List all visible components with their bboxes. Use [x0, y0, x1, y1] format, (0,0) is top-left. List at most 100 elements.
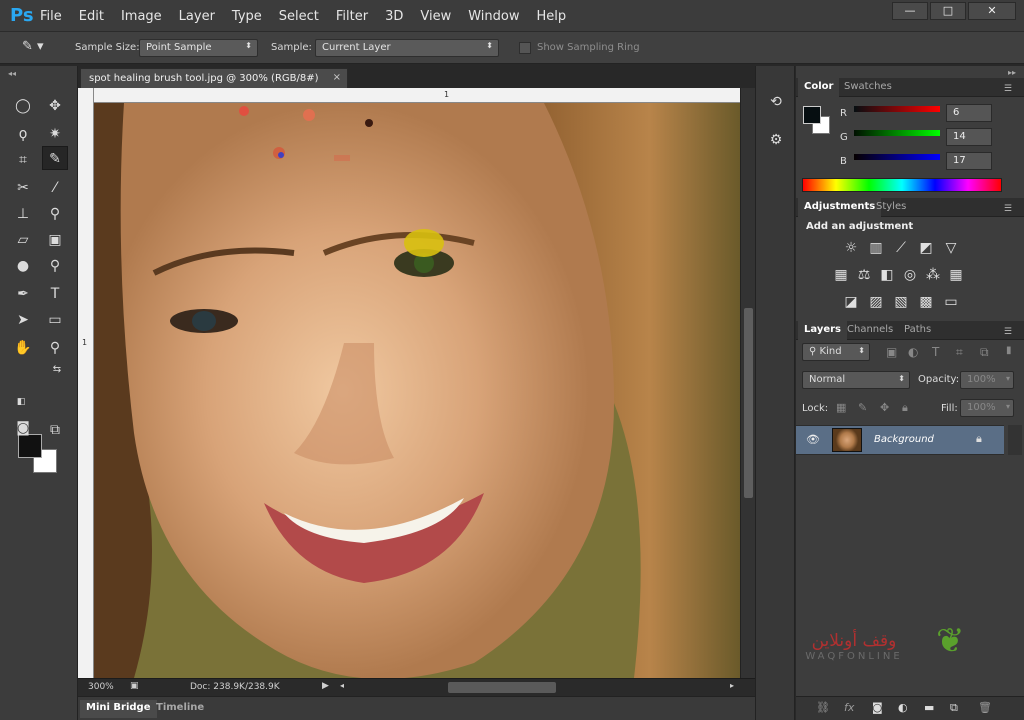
layer-row-background[interactable]: 👁︎ Background 🔒︎ — [796, 425, 1004, 455]
add-mask-icon[interactable]: ◙ — [872, 701, 883, 714]
panel-menu-icon[interactable]: ☰ — [998, 81, 1018, 100]
color-foreground-swatch[interactable] — [803, 106, 821, 124]
exposure-icon[interactable]: ◩ — [916, 238, 936, 258]
scroll-left-icon[interactable]: ◂ — [340, 681, 344, 690]
collapse-panels-icon[interactable]: ▸▸ — [1008, 68, 1016, 77]
zoom-level[interactable]: 300% — [88, 682, 114, 692]
color-spectrum-bar[interactable] — [802, 178, 1002, 192]
link-layers-icon[interactable]: ⛓ — [816, 701, 830, 714]
filter-toggle-icon[interactable]: ▮ — [1006, 345, 1012, 356]
lasso-tool-icon[interactable]: ϙ — [10, 122, 36, 146]
history-brush-tool-icon[interactable]: ⚲ — [42, 202, 68, 226]
sample-size-select[interactable]: Point Sample ⬍ — [139, 39, 258, 57]
tab-paths[interactable]: Paths — [898, 321, 937, 340]
menu-file[interactable]: File — [40, 9, 62, 24]
horizontal-scroll-thumb[interactable] — [448, 682, 556, 693]
proof-icon[interactable]: ▣ — [130, 681, 139, 691]
properties-panel-icon[interactable]: ⚙ — [764, 128, 788, 152]
type-tool-icon[interactable]: T — [42, 282, 68, 306]
tab-styles[interactable]: Styles — [870, 198, 912, 217]
photo-filter-icon[interactable]: ◎ — [900, 265, 920, 285]
selective-color-icon[interactable]: ▩ — [916, 292, 936, 312]
lock-all-icon[interactable]: 🔒︎ — [902, 401, 908, 415]
close-button[interactable]: ✕ — [968, 2, 1016, 20]
eyedropper-tool-icon[interactable]: ✎ — [42, 146, 68, 170]
screen-mode-icon[interactable]: ⧉ — [42, 418, 68, 442]
menu-select[interactable]: Select — [279, 9, 319, 24]
spot-healing-tool-icon[interactable]: ✂ — [10, 176, 36, 200]
swap-colors-icon[interactable]: ⇆ — [44, 358, 70, 382]
black-white-icon[interactable]: ◧ — [877, 265, 897, 285]
panel-menu-icon[interactable]: ☰ — [998, 324, 1018, 343]
vertical-scroll-thumb[interactable] — [744, 308, 753, 498]
menu-image[interactable]: Image — [121, 9, 162, 24]
brush-tool-icon[interactable]: ⁄ — [42, 176, 68, 200]
blue-slider[interactable] — [854, 154, 940, 160]
opacity-input[interactable]: 100% ▾ — [960, 371, 1014, 389]
clone-stamp-tool-icon[interactable]: ⊥ — [10, 202, 36, 226]
document-tab[interactable]: spot healing brush tool.jpg @ 300% (RGB/… — [80, 68, 348, 88]
smart-object-filter-icon[interactable]: ⧉ — [980, 345, 989, 360]
maximize-button[interactable]: □ — [930, 2, 966, 20]
shape-filter-icon[interactable]: ⌗ — [956, 345, 963, 360]
rectangle-tool-icon[interactable]: ▭ — [42, 308, 68, 332]
channel-mixer-icon[interactable]: ⁂ — [923, 265, 943, 285]
menu-type[interactable]: Type — [232, 9, 262, 24]
tab-channels[interactable]: Channels — [841, 321, 899, 340]
tab-swatches[interactable]: Swatches — [838, 78, 898, 97]
new-group-icon[interactable]: ▬ — [924, 701, 934, 714]
brightness-icon[interactable]: ☼ — [841, 238, 861, 258]
menu-filter[interactable]: Filter — [336, 9, 368, 24]
gradient-map-icon[interactable]: ▽ — [941, 238, 961, 258]
b-value[interactable]: 17 — [946, 152, 992, 170]
crop-tool-icon[interactable]: ⌗ — [10, 148, 36, 172]
tab-mini-bridge[interactable]: Mini Bridge — [80, 700, 157, 718]
r-value[interactable]: 6 — [946, 104, 992, 122]
layers-scrollbar[interactable] — [1008, 425, 1022, 455]
sample-select[interactable]: Current Layer ⬍ — [315, 39, 499, 57]
tab-layers[interactable]: Layers — [798, 321, 847, 340]
hand-tool-icon[interactable]: ✋ — [10, 336, 36, 360]
new-adjustment-layer-icon[interactable]: ◐ — [898, 701, 908, 714]
image-canvas[interactable] — [94, 103, 740, 678]
gradient-fill-icon[interactable]: ▭ — [941, 292, 961, 312]
lock-position-icon[interactable]: ✥ — [880, 401, 889, 414]
scroll-right-icon[interactable]: ▸ — [730, 681, 734, 690]
adjustment-filter-icon[interactable]: ◐ — [908, 345, 918, 359]
default-colors-icon[interactable]: ◧ — [8, 390, 34, 414]
vertical-scrollbar[interactable] — [740, 88, 755, 678]
new-layer-icon[interactable]: ⧉ — [950, 701, 958, 715]
fx-icon[interactable]: fx — [844, 701, 854, 714]
quick-mask-icon[interactable]: ◙ — [10, 416, 36, 440]
play-arrow-icon[interactable]: ▶ — [322, 681, 329, 691]
menu-edit[interactable]: Edit — [79, 9, 104, 24]
minimize-button[interactable]: — — [892, 2, 928, 20]
delete-layer-icon[interactable]: 🗑︎ — [978, 701, 992, 714]
magic-wand-tool-icon[interactable]: ✷ — [42, 122, 68, 146]
dodge-tool-icon[interactable]: ⚲ — [42, 254, 68, 278]
type-filter-icon[interactable]: T — [932, 345, 939, 359]
levels-icon[interactable]: ▥ — [866, 238, 886, 258]
history-panel-icon[interactable]: ⟲ — [764, 90, 788, 114]
tab-adjustments[interactable]: Adjustments — [798, 198, 882, 217]
vibrance-icon[interactable]: ▦ — [831, 265, 851, 285]
layer-name[interactable]: Background — [874, 434, 934, 445]
blend-mode-select[interactable]: Normal ⬍ — [802, 371, 910, 389]
fill-input[interactable]: 100% ▾ — [960, 399, 1014, 417]
green-slider[interactable] — [854, 130, 940, 136]
tab-timeline[interactable]: Timeline — [150, 702, 210, 713]
lock-transparent-icon[interactable]: ▦ — [836, 401, 846, 414]
close-tab-icon[interactable]: × — [333, 72, 341, 83]
path-selection-tool-icon[interactable]: ➤ — [10, 308, 36, 332]
posterize-icon[interactable]: ▨ — [866, 292, 886, 312]
color-lookup-icon[interactable]: ▦ — [946, 265, 966, 285]
menu-3d[interactable]: 3D — [385, 9, 403, 24]
menu-view[interactable]: View — [420, 9, 451, 24]
red-slider[interactable] — [854, 106, 940, 112]
lock-pixels-icon[interactable]: ✎ — [858, 401, 867, 414]
curves-icon[interactable]: ⟋ — [891, 238, 911, 258]
pixel-filter-icon[interactable]: ▣ — [886, 345, 897, 359]
gradient-tool-icon[interactable]: ▣ — [42, 228, 68, 252]
color-balance-icon[interactable]: ⚖ — [854, 265, 874, 285]
move-tool-icon[interactable]: ✥ — [42, 94, 68, 118]
